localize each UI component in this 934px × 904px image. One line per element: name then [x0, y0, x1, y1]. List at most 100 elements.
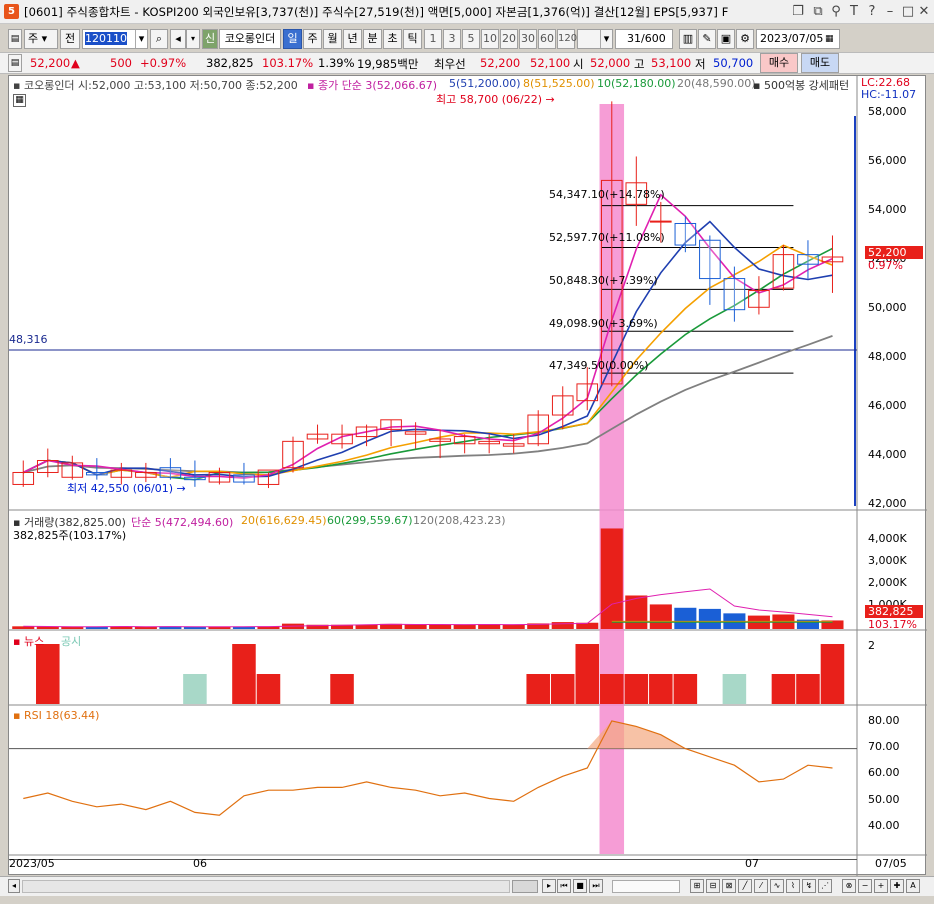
- sell-button[interactable]: 매도: [801, 53, 839, 73]
- tool-6-icon[interactable]: ∿: [770, 879, 784, 893]
- ma3-legend: ▪ 종가 단순 3(52,066.67): [307, 79, 437, 92]
- toggle-icon[interactable]: ▤: [8, 29, 22, 49]
- interval-20[interactable]: 20: [500, 29, 518, 49]
- candle-body: [257, 469, 280, 485]
- ma8-line: [22, 244, 833, 479]
- first-icon[interactable]: ⏮: [557, 879, 571, 893]
- rsi-tick-50: 50.00: [868, 793, 900, 806]
- candle-body: [699, 239, 721, 280]
- tool-2-icon[interactable]: ⊟: [706, 879, 720, 893]
- stop-icon[interactable]: ■: [573, 879, 587, 893]
- candle-type-icon[interactable]: ▥: [679, 29, 697, 49]
- quote-bid: 52,200: [480, 56, 521, 70]
- quote-high: 53,100: [651, 56, 692, 70]
- text-icon[interactable]: A: [906, 879, 920, 893]
- fib-level-2: 52,597.70(+11.08%): [549, 231, 665, 244]
- tool-8-icon[interactable]: ↯: [802, 879, 816, 893]
- code-input[interactable]: 120110 ▾: [82, 29, 148, 49]
- save-icon[interactable]: ▣: [717, 29, 735, 49]
- settings-icon[interactable]: ⚙: [736, 29, 754, 49]
- period-minute[interactable]: 분: [363, 29, 382, 49]
- y-tick-58000: 58,000: [868, 105, 907, 118]
- restore-icon[interactable]: ❐: [790, 3, 806, 20]
- interval-select[interactable]: ▾: [577, 29, 613, 49]
- quote-low: 50,700: [713, 56, 754, 70]
- period-tick[interactable]: 틱: [403, 29, 422, 49]
- quote-vol-ratio: 103.17%: [262, 56, 314, 70]
- high-label: 고: [634, 57, 645, 71]
- chart-link-icon[interactable]: ⧉: [810, 3, 826, 20]
- y-tick-56000: 56,000: [868, 154, 907, 167]
- candle-body: [404, 431, 427, 435]
- news-bar: [330, 674, 354, 704]
- interval-120[interactable]: 120: [557, 29, 577, 49]
- quote-turnover: 1.39%: [318, 56, 355, 70]
- tool-4-icon[interactable]: ╱: [738, 879, 752, 893]
- scroll-track[interactable]: [22, 880, 510, 893]
- scroll-left-icon[interactable]: ◂: [8, 879, 20, 893]
- maximize-icon[interactable]: □: [900, 3, 916, 20]
- volume-bar: [698, 608, 721, 629]
- close-icon[interactable]: ✕: [916, 3, 932, 20]
- zoom-in-icon[interactable]: +: [874, 879, 888, 893]
- rsi-legend: ▪ RSI 18(63.44): [13, 709, 100, 722]
- interval-60[interactable]: 60: [538, 29, 556, 49]
- volume-bar: [502, 624, 525, 629]
- kind-button[interactable]: 전: [60, 29, 80, 49]
- interval-3[interactable]: 3: [443, 29, 461, 49]
- help-icon[interactable]: ?: [864, 3, 880, 20]
- interval-5[interactable]: 5: [462, 29, 480, 49]
- chart-area[interactable]: ▪ 코오롱인더 시:52,000 고:53,100 저:50,700 종:52,…: [8, 75, 927, 876]
- tool-9-icon[interactable]: ⋰: [818, 879, 832, 893]
- candle-body: [86, 471, 108, 476]
- speaker-icon[interactable]: ◂: [170, 29, 186, 49]
- candle-body: [674, 222, 697, 246]
- interval-30[interactable]: 30: [519, 29, 537, 49]
- interval-1[interactable]: 1: [424, 29, 442, 49]
- period-week[interactable]: 주: [303, 29, 322, 49]
- zoom-reset-icon[interactable]: ⊗: [842, 879, 856, 893]
- y-tick-46000: 46,000: [868, 399, 907, 412]
- zoom-out-icon[interactable]: −: [858, 879, 872, 893]
- period-month[interactable]: 월: [323, 29, 342, 49]
- tool-3-icon[interactable]: ⊠: [722, 879, 736, 893]
- news-bar: [600, 674, 624, 704]
- font-icon[interactable]: T: [846, 3, 862, 20]
- open-label: 시: [573, 57, 584, 71]
- period-second[interactable]: 초: [383, 29, 402, 49]
- tool-7-icon[interactable]: ⌇: [786, 879, 800, 893]
- ma5-legend: 5(51,200.00): [449, 77, 521, 90]
- current-price-tag: 52,200: [865, 246, 923, 259]
- count-input[interactable]: 31/600: [615, 29, 673, 49]
- buy-button[interactable]: 매수: [760, 53, 798, 73]
- scroll-thumb[interactable]: [512, 880, 538, 893]
- quote-toggle-icon[interactable]: ▤: [8, 54, 22, 72]
- volume-bar: [453, 624, 476, 629]
- period-year[interactable]: 년: [343, 29, 362, 49]
- ma10-line: [22, 247, 833, 481]
- type-select[interactable]: 주 ▾: [24, 29, 58, 49]
- scroll-bar: ◂ ▸ ⏮ ■ ⏭ ⊞ ⊟ ⊠ ╱ ⁄ ∿ ⌇ ↯ ⋰ ⊗ − + ✚ A: [0, 876, 934, 896]
- grid-icon[interactable]: ▦: [13, 94, 26, 107]
- zoom-slider[interactable]: [612, 880, 680, 893]
- interval-10[interactable]: 10: [481, 29, 499, 49]
- date-input[interactable]: 2023/07/05 ▦: [756, 29, 840, 49]
- news-bar: [820, 644, 845, 704]
- current-pct-tag: 0.97%: [868, 259, 903, 272]
- dropdown-icon[interactable]: ▾: [186, 29, 200, 49]
- news-legend: ▪ 뉴스: [13, 635, 45, 648]
- last-icon[interactable]: ⏭: [589, 879, 603, 893]
- scroll-right-icon[interactable]: ▸: [542, 879, 556, 893]
- draw-tool-icon[interactable]: ✎: [698, 29, 716, 49]
- quote-amount: 19,985백만: [357, 57, 419, 71]
- period-day[interactable]: 일: [283, 29, 302, 49]
- candle-body: [331, 433, 353, 445]
- search-icon[interactable]: ⌕: [150, 29, 168, 49]
- ma3-line: [22, 193, 833, 479]
- minimize-icon[interactable]: –: [882, 3, 898, 20]
- zoom-fit-icon[interactable]: ✚: [890, 879, 904, 893]
- best-label: 최우선: [434, 57, 466, 71]
- tool-1-icon[interactable]: ⊞: [690, 879, 704, 893]
- tool-5-icon[interactable]: ⁄: [754, 879, 768, 893]
- pin-icon[interactable]: ⚲: [828, 3, 844, 20]
